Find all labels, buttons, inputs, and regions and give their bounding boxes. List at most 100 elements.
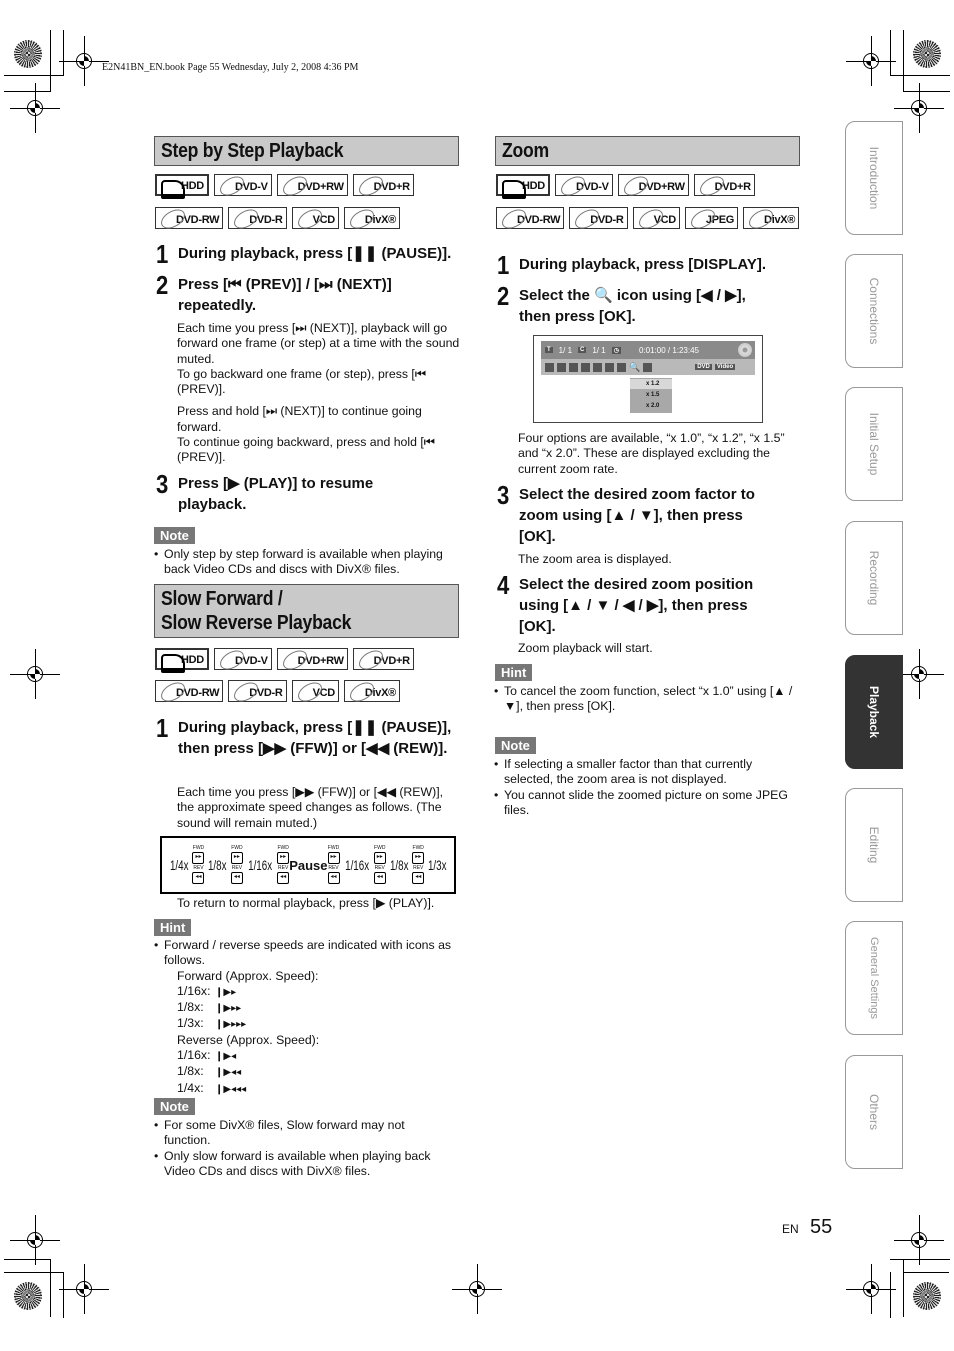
badge-hdd: HDD — [155, 174, 209, 199]
tab-label: General Settings — [868, 937, 880, 1019]
speed-value: 1/16x: — [177, 1048, 211, 1063]
speed-row: 1/16x: ❙▶◂ — [177, 1048, 459, 1064]
disc-badges-row: DVD-RW DVD-R VCD DivX® — [155, 680, 400, 702]
tab-others[interactable]: Others — [845, 1055, 903, 1169]
osd-status-bar: T 1/ 1 C 1/ 1 ◷ 0:01:00 / 1:23:45 — [541, 341, 755, 359]
rew-icon: ◂◂ — [192, 872, 205, 884]
disc-badges-row: HDD DVD-V DVD+RW DVD+R — [496, 174, 755, 199]
color-target-icon — [913, 40, 941, 68]
tab-label: Connections — [867, 277, 881, 345]
step-2-description: Four options are available, “x 1.0”, “x … — [518, 431, 785, 476]
speed-label: 1/3x — [428, 857, 447, 873]
tab-label: Editing — [867, 826, 881, 864]
fwd-label: FWD — [231, 845, 243, 851]
fwd-label: FWD — [412, 845, 424, 851]
tab-label: Introduction — [867, 146, 881, 210]
tab-label: Initial Setup — [867, 412, 881, 476]
step-3: 3 Select the desired zoom factor to zoom… — [497, 482, 787, 547]
badge-dvd-rw: DVD-RW — [496, 207, 565, 229]
speed-row: 1/8x: ❙▶◂◂ — [177, 1064, 459, 1080]
osd-icon — [557, 362, 566, 372]
step-number: 2 — [156, 270, 169, 300]
osd-icon — [593, 362, 602, 372]
note-item: If selecting a smaller factor than that … — [494, 757, 799, 788]
tab-label: Recording — [867, 550, 881, 606]
fwd-label: FWD — [327, 845, 340, 851]
badge-vcd: VCD — [632, 207, 680, 229]
rev-label: REV — [374, 865, 385, 871]
badge-jpeg: JPEG — [684, 207, 739, 229]
note-list: For some DivX® files, Slow forward may n… — [154, 1118, 454, 1179]
speed-button-pair: FWD ▸▸ REV ◂◂ — [230, 845, 243, 885]
hint-item: To cancel the zoom function, select “x 1… — [494, 684, 799, 715]
paragraph: To go backward one frame (or step), pres… — [177, 366, 426, 397]
step-number: 2 — [497, 281, 510, 311]
note-item: Only slow forward is available when play… — [154, 1149, 454, 1180]
dvd-tag: DVD — [695, 364, 712, 370]
step-text: Press [⏮ (PREV)] / [⏭ (NEXT)] repeatedly… — [178, 276, 392, 314]
step-1: 1 During playback, press [❚❚ (PAUSE)], t… — [156, 715, 461, 759]
registration-mark-icon — [452, 1264, 502, 1314]
step-text: Select the desired zoom factor to zoom u… — [519, 486, 755, 545]
crop-mark — [890, 75, 950, 76]
color-target-icon — [14, 40, 42, 68]
section-title-slow: Slow Forward / Slow Reverse Playback — [154, 584, 459, 638]
step-2: 2 Select the 🔍 icon using [◀ / ▶], then … — [497, 281, 777, 327]
zoom-icon: 🔍 — [629, 361, 641, 372]
tab-playback[interactable]: Playback — [845, 655, 903, 769]
registration-mark-icon — [10, 1215, 60, 1265]
tab-recording[interactable]: Recording — [845, 521, 903, 635]
tab-initial-setup[interactable]: Initial Setup — [845, 387, 903, 501]
color-target-icon — [14, 1282, 42, 1310]
step-text: During playback, press [DISPLAY]. — [519, 256, 767, 273]
step-text: Select the 🔍 icon using [◀ / ▶], then pr… — [519, 287, 746, 325]
step-text: Press [▶ (PLAY)] to resume playback. — [178, 475, 374, 513]
registration-mark-icon — [846, 1264, 896, 1314]
language-code: EN — [782, 1222, 799, 1236]
tab-connections[interactable]: Connections — [845, 254, 903, 368]
speed-label: 1/16x — [344, 857, 369, 873]
ffw-icon: ▸▸ — [277, 852, 290, 864]
badge-dvd-rw: DVD-RW — [155, 680, 224, 702]
speed-icon: ❙▶▸▸▸ — [215, 1019, 247, 1031]
step-text: During playback, press [❚❚ (PAUSE)], the… — [178, 719, 452, 757]
zoom-option: x 2.0 — [646, 403, 660, 409]
speed-icon: ❙▶▸ — [215, 986, 237, 998]
speed-label: 1/8x — [389, 857, 409, 873]
crop-mark — [903, 1272, 949, 1273]
crop-mark — [50, 1259, 51, 1317]
osd-icon — [581, 362, 590, 372]
paragraph: Each time you press [⏭ (NEXT)], playback… — [177, 321, 460, 366]
badge-dvd-r: DVD-R — [569, 207, 628, 229]
speed-row: 1/4x: ❙▶◂◂◂ — [177, 1081, 459, 1097]
hint-list: To cancel the zoom function, select “x 1… — [494, 684, 799, 715]
registration-mark-icon — [894, 649, 944, 699]
badge-dvd-plus-rw: DVD+RW — [276, 174, 348, 196]
badge-dvd-v: DVD-V — [554, 174, 613, 196]
tab-editing[interactable]: Editing — [845, 788, 903, 902]
osd-icon — [617, 362, 626, 372]
reverse-heading: Reverse (Approx. Speed): — [177, 1032, 320, 1047]
crop-mark — [904, 91, 950, 92]
speed-value: 1/8x: — [177, 1000, 204, 1015]
note-item: Only step by step forward is available w… — [154, 547, 459, 578]
step-1: 1 During playback, press [DISPLAY]. — [497, 252, 802, 278]
badge-divx: DivX® — [343, 207, 400, 229]
crop-mark — [4, 1259, 50, 1260]
ffw-icon: ▸▸ — [192, 852, 205, 864]
tab-introduction[interactable]: Introduction — [845, 121, 903, 235]
crop-mark — [890, 1259, 950, 1260]
hint-item: Forward / reverse speeds are indicated w… — [154, 938, 459, 969]
crop-mark — [890, 1272, 891, 1318]
tab-general-settings[interactable]: General Settings — [845, 921, 903, 1035]
ffw-icon: ▸▸ — [412, 852, 425, 864]
registration-mark-icon — [59, 36, 109, 86]
rev-label: REV — [193, 865, 204, 871]
badge-dvd-plus-r: DVD+R — [352, 648, 414, 670]
disc-badges-row: HDD DVD-V DVD+RW DVD+R — [155, 648, 414, 673]
registration-mark-icon — [59, 1264, 109, 1314]
speed-row: 1/3x: ❙▶▸▸▸ — [177, 1016, 459, 1032]
badge-dvd-v: DVD-V — [213, 174, 272, 196]
step-text: During playback, press [❚❚ (PAUSE)]. — [178, 245, 452, 262]
note-label: Note — [154, 1098, 195, 1115]
